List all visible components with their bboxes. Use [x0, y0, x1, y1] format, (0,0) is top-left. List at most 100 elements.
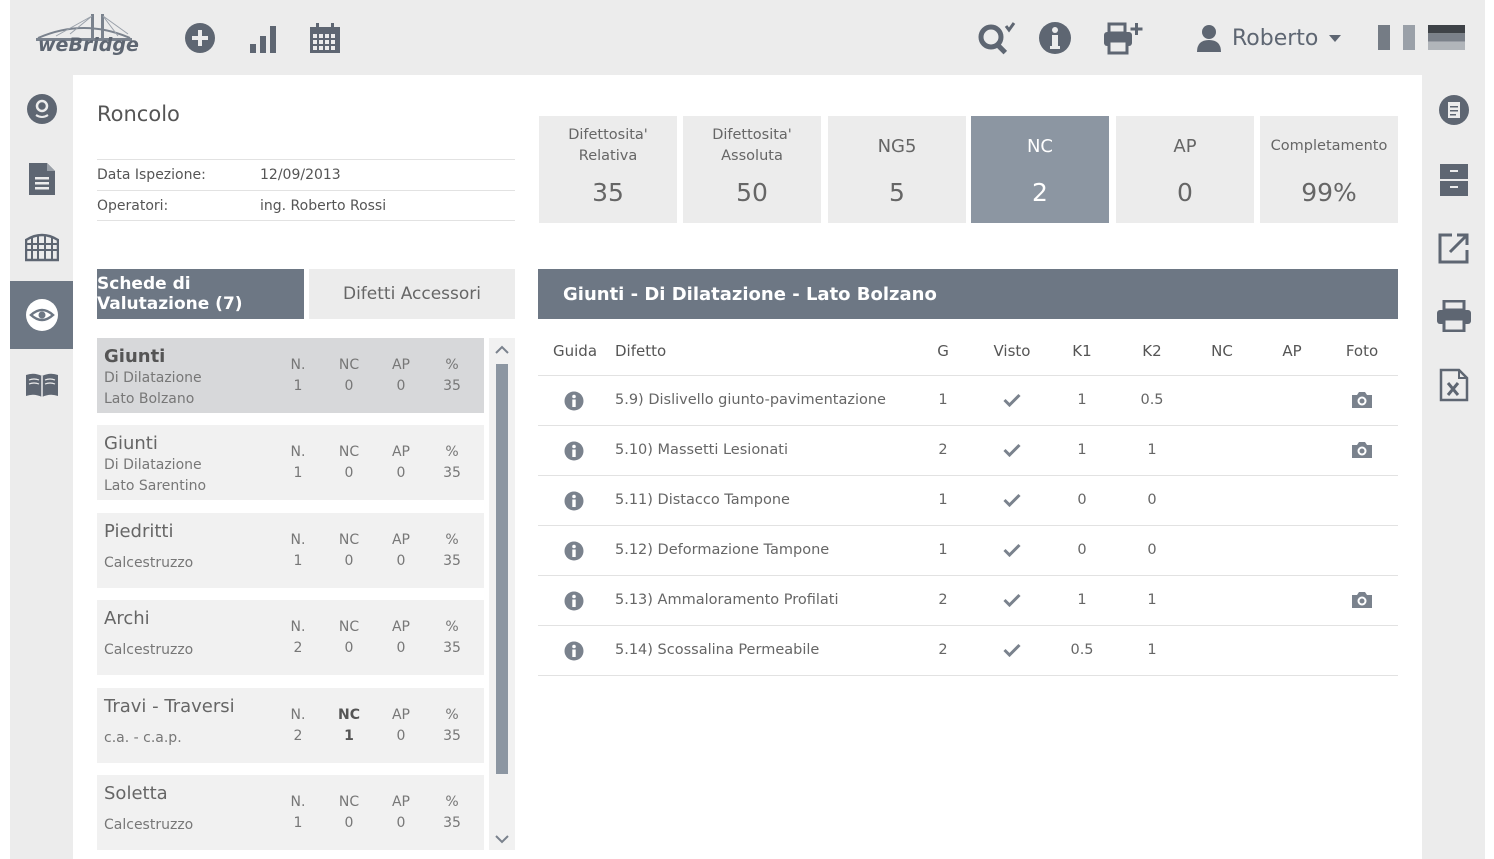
scroll-down-button[interactable]	[489, 828, 515, 850]
table-row[interactable]: 5.9) Dislivello giunto-pavimentazione 1 1 0…	[538, 376, 1398, 426]
card-list-scrollbar[interactable]	[489, 338, 515, 850]
evaluation-card[interactable]: Soletta Calcestruzzo N. 1 NC 0 AP 0% 35	[97, 775, 484, 850]
scroll-up-button[interactable]	[489, 338, 515, 360]
flag-italy-button[interactable]	[1378, 25, 1415, 50]
stat-label: NC	[1026, 135, 1054, 157]
plus-circle-icon	[185, 23, 215, 53]
sidebar-item-export[interactable]	[1422, 223, 1485, 273]
col-visto: Visto	[993, 342, 1031, 360]
card-col-value-nc: 0	[344, 553, 354, 569]
cell-visto[interactable]	[1003, 443, 1021, 461]
stat-card[interactable]: Completamento 99%	[1260, 116, 1398, 223]
calendar-icon	[310, 23, 340, 53]
flag-italy-icon	[1378, 25, 1415, 50]
cell-visto[interactable]	[1003, 643, 1021, 661]
card-col-header-ap: AP	[391, 707, 411, 723]
evaluation-card[interactable]: Travi - Traversi c.a. - c.a.p. N. 2 NC 1 AP 0% 3…	[97, 688, 484, 763]
add-button[interactable]	[182, 20, 218, 56]
card-title: Giunti	[104, 433, 158, 454]
sidebar-item-report[interactable]	[1422, 85, 1485, 135]
card-col-header-ap: AP	[391, 357, 411, 373]
photo-button[interactable]	[1351, 591, 1373, 613]
info-icon	[564, 391, 584, 411]
archive-icon	[1439, 164, 1468, 196]
cell-g: 2	[938, 642, 948, 658]
right-sidebar	[1422, 75, 1485, 859]
stat-card[interactable]: NC 2	[971, 116, 1109, 223]
table-row[interactable]: 5.14) Scossalina Permeabile 2 0.5 1	[538, 626, 1398, 676]
photo-button[interactable]	[1351, 391, 1373, 413]
evaluation-card[interactable]: Archi Calcestruzzo N. 2 NC 0 AP 0% 35	[97, 600, 484, 675]
info-button[interactable]	[1037, 20, 1073, 56]
sidebar-item-manual[interactable]	[10, 351, 73, 419]
table-row[interactable]: 5.12) Deformazione Tampone 1 0 0	[538, 526, 1398, 576]
cell-visto[interactable]	[1003, 543, 1021, 561]
sidebar-item-bridge[interactable]	[10, 213, 73, 281]
col-nc: NC	[1211, 342, 1233, 360]
table-row[interactable]: 5.11) Distacco Tampone 1 0 0	[538, 476, 1398, 526]
calendar-button[interactable]	[307, 20, 343, 56]
table-row[interactable]: 5.10) Massetti Lesionati 2 1 1	[538, 426, 1398, 476]
card-col-header-n: N.	[290, 444, 306, 460]
table-row[interactable]: 5.13) Ammaloramento Profilati 2 1 1	[538, 576, 1398, 626]
check-icon	[1003, 393, 1021, 408]
card-col-value-nc: 1	[344, 728, 354, 744]
search-button[interactable]	[976, 20, 1018, 56]
tab-accessory-defects[interactable]: Difetti Accessori	[309, 269, 515, 319]
camera-icon	[1352, 392, 1372, 408]
col-g: G	[937, 342, 949, 360]
report-icon	[1438, 95, 1469, 125]
tab-evaluation-sheets[interactable]: Schede di Valutazione (7)	[97, 269, 304, 319]
user-menu[interactable]: Roberto	[1196, 20, 1342, 56]
guide-info-button[interactable]	[564, 491, 584, 515]
sidebar-item-archive[interactable]	[1422, 155, 1485, 205]
stat-card[interactable]: AP 0	[1116, 116, 1254, 223]
evaluation-card[interactable]: Giunti Di Dilatazione Lato Bolzano N. 1 NC 0 AP…	[97, 338, 484, 413]
flag-germany-button[interactable]	[1428, 25, 1465, 50]
stat-card[interactable]: Difettosita' Relativa 35	[539, 116, 677, 223]
page-title: Roncolo	[97, 102, 180, 126]
cell-k1: 1	[1077, 592, 1087, 608]
card-col-value-ap: 0	[396, 465, 406, 481]
sidebar-item-view[interactable]	[10, 281, 73, 349]
webridge-logo[interactable]: weBridge	[36, 12, 139, 58]
sidebar-item-document[interactable]	[10, 145, 73, 213]
cell-k2: 0	[1147, 492, 1157, 508]
guide-info-button[interactable]	[564, 441, 584, 465]
external-link-icon	[1438, 233, 1468, 264]
card-col-value-n: 1	[293, 553, 303, 569]
guide-info-button[interactable]	[564, 391, 584, 415]
stat-label: Difettosita' Assoluta	[712, 127, 792, 164]
scroll-thumb[interactable]	[496, 364, 508, 774]
cell-k2: 0.5	[1140, 392, 1164, 408]
guide-info-button[interactable]	[564, 541, 584, 565]
print-add-button[interactable]	[1100, 20, 1146, 56]
evaluation-card[interactable]: Giunti Di Dilatazione Lato Sarentino N. 1 NC 0…	[97, 425, 484, 500]
card-col-header-pct: %	[445, 532, 459, 548]
logo-text: weBridge	[38, 34, 139, 56]
cell-difetto: 5.11) Distacco Tampone	[615, 492, 790, 508]
evaluation-card[interactable]: Piedritti Calcestruzzo N. 1 NC 0 AP 0% 35	[97, 513, 484, 588]
photo-button[interactable]	[1351, 441, 1373, 463]
sidebar-item-excel[interactable]	[1422, 360, 1485, 410]
guide-info-button[interactable]	[564, 641, 584, 665]
card-col-value-pct: 35	[443, 553, 461, 569]
card-col-value-nc: 0	[344, 378, 354, 394]
cell-visto[interactable]	[1003, 593, 1021, 611]
guide-info-button[interactable]	[564, 591, 584, 615]
sidebar-item-print[interactable]	[1422, 291, 1485, 341]
sidebar-item-location[interactable]	[10, 75, 73, 143]
card-subtitle: Calcestruzzo	[104, 555, 194, 571]
stat-label: AP	[1173, 135, 1197, 157]
card-col-header-pct: %	[445, 794, 459, 810]
stat-card[interactable]: NG5 5	[828, 116, 966, 223]
statistics-button[interactable]	[245, 20, 281, 56]
cell-k2: 1	[1147, 592, 1157, 608]
cell-visto[interactable]	[1003, 393, 1021, 411]
card-col-header-n: N.	[290, 532, 306, 548]
card-col-value-nc: 0	[344, 815, 354, 831]
cell-visto[interactable]	[1003, 493, 1021, 511]
card-col-value-ap: 0	[396, 815, 406, 831]
stat-card[interactable]: Difettosita' Assoluta 50	[683, 116, 821, 223]
card-col-header-nc: NC	[338, 707, 360, 723]
